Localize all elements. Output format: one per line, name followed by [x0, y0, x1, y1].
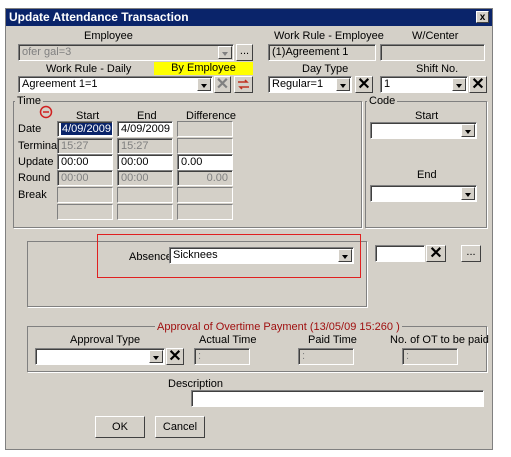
ot-count-label: No. of OT to be paid [390, 334, 489, 346]
code-end-select[interactable] [370, 185, 477, 202]
code-group-label: Code [367, 95, 398, 107]
employee-select[interactable]: ofer gal=3 [18, 44, 234, 61]
day-type-label: Day Type [302, 63, 349, 75]
code-end-label: End [417, 169, 437, 181]
break-end-1 [117, 187, 173, 203]
close-icon: ✕ [168, 348, 182, 365]
round-diff-field: 0.00 [177, 170, 233, 186]
work-rule-daily-label: Work Rule - Daily [46, 63, 132, 75]
day-type-select[interactable]: Regular=1 [268, 76, 352, 93]
absence-label: Absence [129, 251, 172, 263]
chevron-down-icon[interactable] [452, 78, 466, 91]
round-end-field: 00:00 [117, 170, 173, 186]
break-start-1 [57, 187, 113, 203]
chevron-down-icon[interactable] [336, 78, 350, 91]
terminal-diff-field [177, 138, 233, 154]
clear-work-rule-button[interactable]: ✕ [214, 76, 231, 93]
absence-code-field[interactable] [375, 245, 425, 262]
close-icon: ✕ [215, 76, 230, 93]
ok-button[interactable]: OK [95, 416, 145, 438]
work-rule-daily-select[interactable]: Agreement 1=1 [18, 76, 213, 93]
code-start-select[interactable] [370, 122, 477, 139]
overtime-title: Approval of Overtime Payment (13/05/09 1… [155, 321, 402, 333]
wcenter-field [380, 44, 485, 61]
clock-icon [39, 105, 53, 119]
approval-type-label: Approval Type [70, 334, 141, 346]
code-start-label: Start [415, 110, 439, 122]
update-start-field[interactable]: 00:00 [57, 154, 113, 170]
ot-count-field[interactable]: : [402, 348, 458, 365]
employee-label: Employee [84, 30, 133, 42]
break-label: Break [18, 189, 47, 201]
break-start-2 [57, 204, 113, 220]
cancel-button[interactable]: Cancel [155, 416, 205, 438]
description-label: Description [168, 378, 224, 390]
round-label: Round [18, 172, 51, 184]
paid-time-field[interactable]: : [298, 348, 354, 365]
paid-time-label: Paid Time [308, 334, 357, 346]
approval-type-select[interactable] [35, 348, 165, 365]
date-end-field[interactable]: 4/09/2009 [117, 121, 173, 137]
update-end-field[interactable]: 00:00 [117, 154, 173, 170]
employee-lookup-button[interactable]: ... [236, 44, 253, 61]
chevron-down-icon[interactable] [149, 350, 163, 363]
close-icon: ✕ [471, 76, 485, 93]
absence-select[interactable]: Sicknees [169, 247, 354, 264]
chevron-down-icon[interactable] [218, 46, 232, 59]
terminal-start-field: 15:27 [57, 138, 113, 154]
break-diff-1 [177, 187, 233, 203]
swap-icon [238, 79, 249, 90]
close-icon: ✕ [357, 76, 371, 93]
actual-time-field: : [194, 348, 250, 365]
break-end-2 [117, 204, 173, 220]
update-label: Update [18, 156, 54, 168]
description-field[interactable] [191, 390, 484, 407]
clear-day-type-button[interactable]: ✕ [355, 76, 373, 93]
round-start-field: 00:00 [57, 170, 113, 186]
attendance-dialog: Update Attendance Transaction x Employee… [5, 8, 493, 450]
update-diff-field[interactable]: 0.00 [177, 154, 233, 170]
chevron-down-icon[interactable] [461, 187, 475, 200]
date-label: Date [18, 123, 42, 135]
title-bar: Update Attendance Transaction x [6, 9, 492, 26]
work-rule-employee-field: (1)Agreement 1 [268, 44, 376, 61]
chevron-down-icon[interactable] [461, 124, 475, 137]
chevron-down-icon[interactable] [197, 78, 211, 91]
date-diff-field [177, 121, 233, 137]
absence-lookup-button[interactable]: ... [461, 245, 481, 262]
actual-time-label: Actual Time [199, 334, 257, 346]
close-button[interactable]: x [476, 11, 489, 23]
close-icon: ✕ [429, 245, 443, 262]
terminal-label: Terminal [18, 140, 60, 152]
date-start-field[interactable]: 4/09/2009 [57, 121, 113, 137]
wcenter-label: W/Center [412, 30, 459, 42]
clear-absence-button[interactable]: ✕ [426, 245, 446, 262]
chevron-down-icon[interactable] [338, 249, 352, 262]
work-rule-employee-label: Work Rule - Employee [274, 30, 384, 42]
terminal-end-field: 15:27 [117, 138, 173, 154]
swap-work-rule-button[interactable] [234, 76, 253, 93]
clear-approval-button[interactable]: ✕ [166, 348, 184, 365]
clear-shift-button[interactable]: ✕ [469, 76, 487, 93]
shift-no-label: Shift No. [416, 63, 459, 75]
window-title: Update Attendance Transaction [9, 10, 189, 24]
by-employee-badge: By Employee [154, 62, 253, 75]
break-diff-2 [177, 204, 233, 220]
shift-no-select[interactable]: 1 [380, 76, 468, 93]
